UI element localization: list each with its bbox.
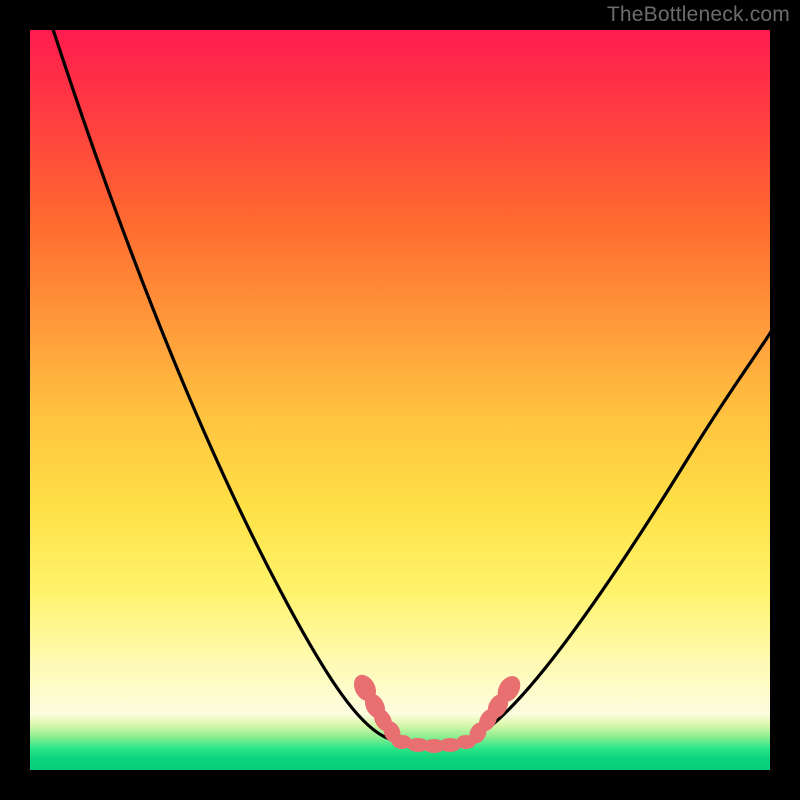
bead-group-left <box>350 671 404 745</box>
bead-group-right <box>466 672 525 746</box>
source-watermark: TheBottleneck.com <box>607 3 790 27</box>
left-curve <box>50 30 430 746</box>
chart-plot-area <box>30 30 770 770</box>
right-curve <box>430 330 770 746</box>
curve-layer <box>30 30 770 770</box>
bead-group-flat <box>392 735 476 753</box>
chart-frame: TheBottleneck.com <box>0 0 800 800</box>
